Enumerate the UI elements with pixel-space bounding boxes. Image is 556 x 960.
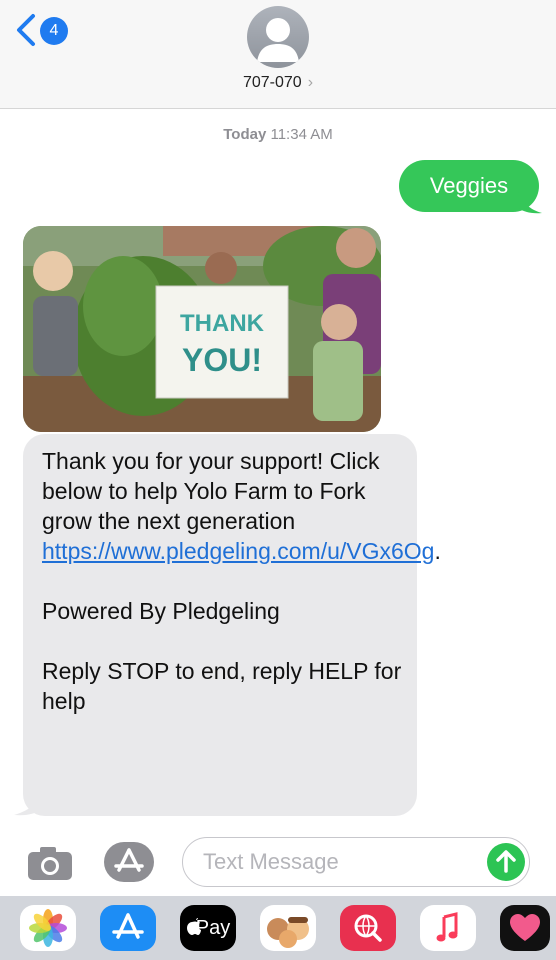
app-store-icon bbox=[114, 848, 144, 872]
thank-you-photo: THANK YOU! bbox=[23, 226, 381, 432]
message-input[interactable]: Text Message bbox=[182, 837, 530, 887]
app-store-button[interactable] bbox=[104, 842, 154, 882]
chevron-left-icon bbox=[17, 14, 35, 46]
chevron-right-icon: › bbox=[307, 74, 314, 91]
unread-count-badge: 4 bbox=[40, 17, 68, 45]
sent-bubble-tail bbox=[518, 192, 542, 214]
arrow-up-icon bbox=[496, 850, 516, 873]
camera-button[interactable] bbox=[26, 846, 74, 882]
opt-out-text: Reply STOP to end, reply HELP for help bbox=[42, 658, 402, 714]
received-message-text: Thank you for your support! Click below … bbox=[42, 446, 441, 716]
conversation-header: 4 707-070 › bbox=[0, 0, 556, 109]
app-store-app[interactable] bbox=[100, 905, 156, 951]
apple-pay-app[interactable]: Pay bbox=[180, 905, 236, 951]
send-button[interactable] bbox=[487, 843, 525, 881]
powered-by-text: Powered By Pledgeling bbox=[42, 598, 280, 624]
heart-sticker-app[interactable] bbox=[500, 905, 550, 951]
timestamp-time: 11:34 AM bbox=[270, 126, 333, 143]
received-bubble-tail bbox=[14, 788, 44, 816]
search-globe-icon bbox=[354, 914, 382, 942]
sign-text-line1: THANK bbox=[180, 310, 265, 337]
link-suffix: . bbox=[434, 538, 441, 564]
message-body: Thank you for your support! Click below … bbox=[42, 448, 380, 534]
app-store-icon bbox=[112, 913, 144, 939]
contact-avatar[interactable] bbox=[247, 6, 309, 68]
message-timestamp: Today 11:34 AM bbox=[0, 126, 556, 143]
contact-name: 707-070 bbox=[242, 74, 302, 91]
music-app[interactable] bbox=[420, 905, 476, 951]
contact-name-button[interactable]: 707-070 › bbox=[0, 74, 556, 92]
person-silhouette-icon bbox=[257, 18, 299, 62]
received-image[interactable]: THANK YOU! bbox=[23, 226, 381, 432]
donation-link[interactable]: https://www.pledgeling.com/u/VGx6Og bbox=[42, 538, 434, 564]
heart-icon bbox=[510, 914, 540, 941]
camera-icon bbox=[28, 847, 72, 880]
apple-pay-label: Pay bbox=[195, 917, 231, 939]
memoji-app[interactable] bbox=[260, 905, 316, 951]
image-search-app[interactable] bbox=[340, 905, 396, 951]
memoji-icon bbox=[267, 917, 309, 948]
music-note-icon bbox=[436, 912, 458, 942]
sign-text-line2: YOU! bbox=[182, 342, 262, 378]
timestamp-day: Today bbox=[223, 126, 267, 143]
message-input-placeholder: Text Message bbox=[203, 849, 339, 874]
photos-app[interactable] bbox=[20, 905, 76, 951]
imessage-app-drawer: Pay bbox=[0, 896, 556, 960]
photos-icon bbox=[29, 909, 67, 947]
